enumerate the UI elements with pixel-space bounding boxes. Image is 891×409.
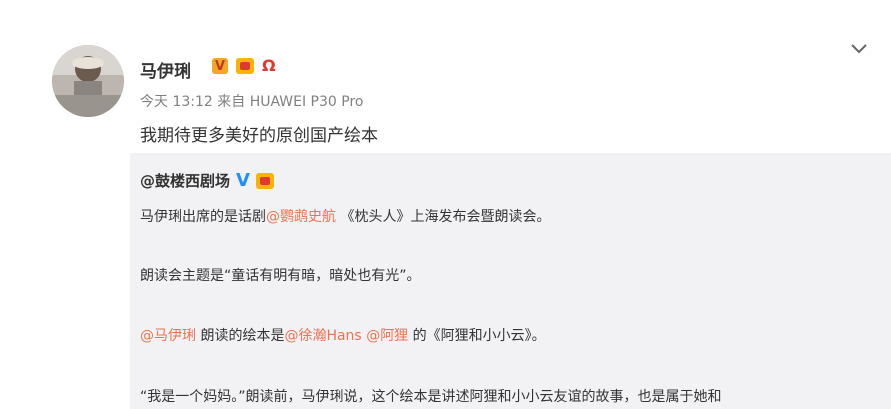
repost-card[interactable]: @鼓楼西剧场 V 马伊琍出席的是话剧@鹦鹉史航 《枕头人》上海发布会暨朗读会。 … xyxy=(130,153,891,409)
repost-line-4: “我是一个妈妈。”朗读前，马伊琍说，这个绘本是讲述阿狸和小小云友谊的故事，也是属… xyxy=(140,389,722,405)
repost-line-1: 马伊琍出席的是话剧@鹦鹉史航 《枕头人》上海发布会暨朗读会。 xyxy=(140,206,550,226)
post-author-name[interactable]: 马伊琍 xyxy=(140,57,191,82)
text-segment: 《枕头人》上海发布会暨朗读会。 xyxy=(336,209,551,225)
chevron-down-icon[interactable] xyxy=(850,42,868,56)
mention-link[interactable]: @鹦鹉史航 xyxy=(266,209,336,225)
text-segment: 的《阿狸和小小云》。 xyxy=(408,328,546,344)
mention-link[interactable]: @阿狸 xyxy=(366,328,408,344)
avatar[interactable] xyxy=(52,45,124,117)
repost-line-2: 朗读会主题是“童话有明有暗，暗处也有光”。 xyxy=(140,268,421,284)
blue-verified-icon[interactable]: V xyxy=(236,171,250,190)
author-badges: V Ω xyxy=(212,58,282,74)
repost-author-row: @鼓楼西剧场 V xyxy=(140,170,274,191)
post-text: 我期待更多美好的原创国产绘本 xyxy=(140,126,378,146)
repost-author-name[interactable]: @鼓楼西剧场 xyxy=(140,170,230,191)
text-segment: 马伊琍出席的是话剧 xyxy=(140,209,266,225)
repost-line-3: @马伊琍 朗读的绘本是@徐瀚Hans @阿狸 的《阿狸和小小云》。 xyxy=(140,325,546,345)
fan-heart-icon[interactable]: Ω xyxy=(262,58,282,74)
post-meta[interactable]: 今天 13:12 来自 HUAWEI P30 Pro xyxy=(140,91,363,111)
mention-link[interactable]: @马伊琍 xyxy=(140,328,196,344)
mention-link[interactable]: @徐瀚Hans xyxy=(284,328,361,344)
verified-badge-icon[interactable]: V xyxy=(212,58,228,74)
member-crown-icon[interactable] xyxy=(236,58,254,74)
member-crown-icon[interactable] xyxy=(255,172,274,189)
text-segment: 朗读的绘本是 xyxy=(196,328,285,344)
